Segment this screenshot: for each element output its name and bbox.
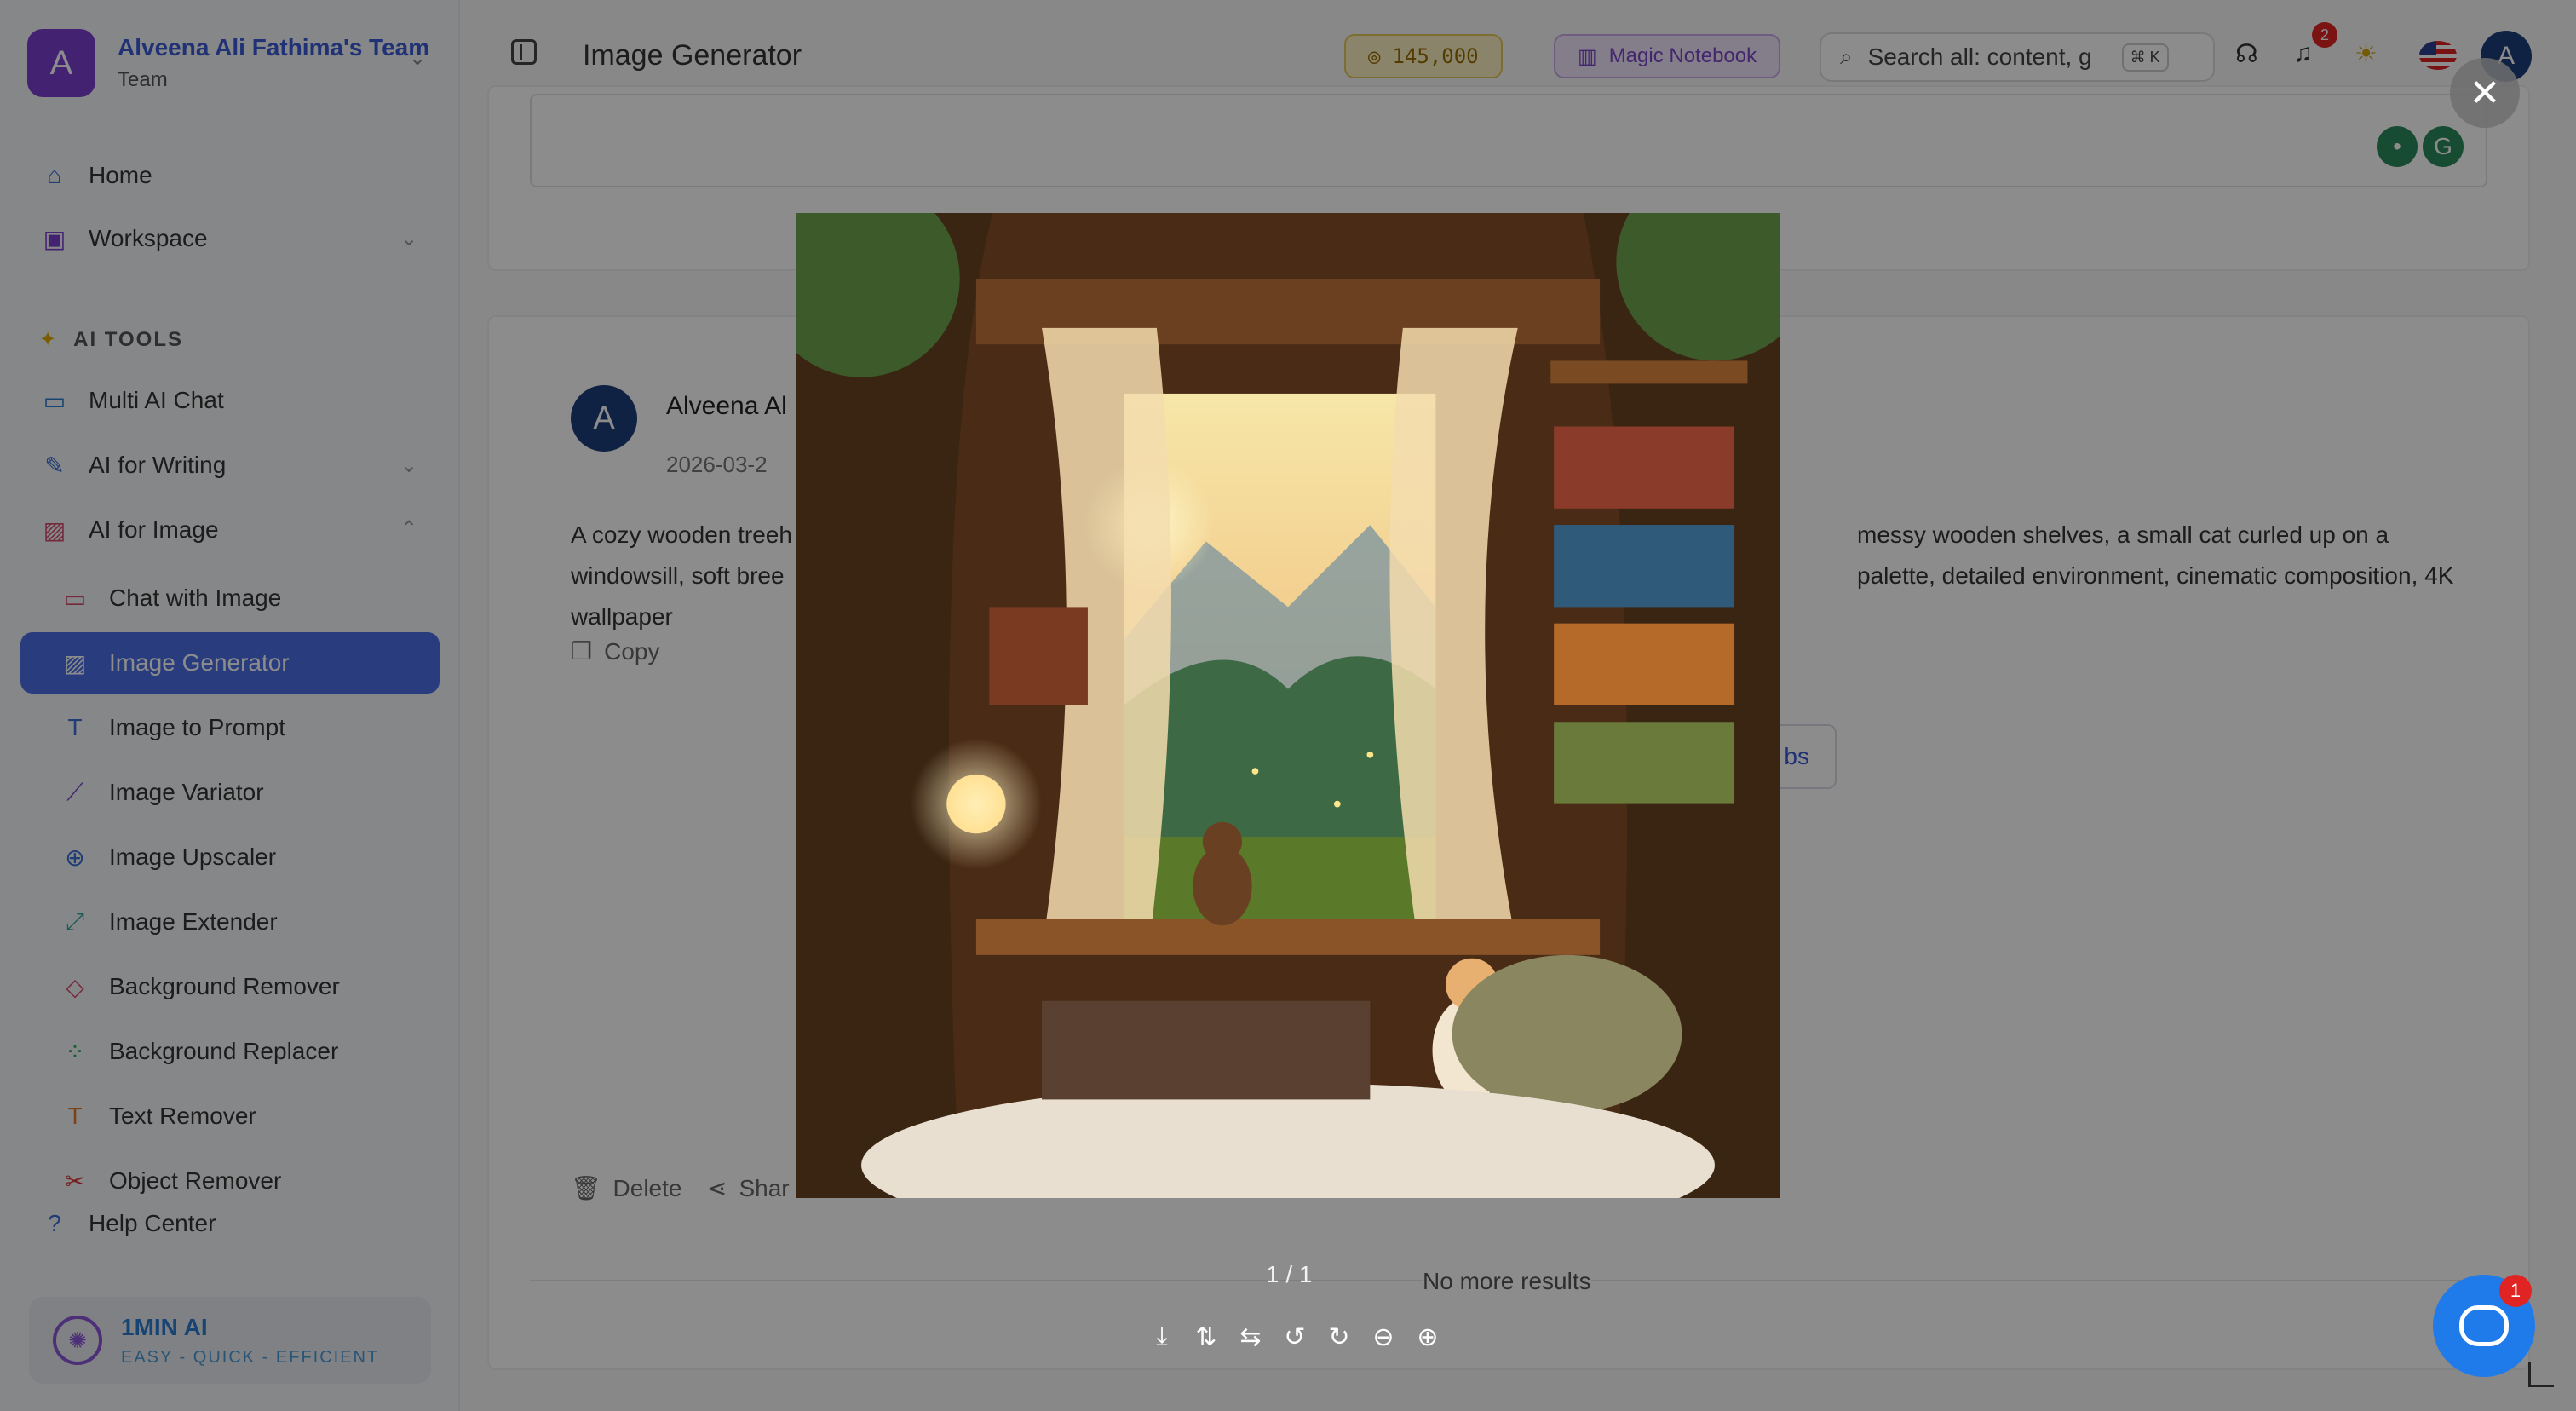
zoom-in-icon[interactable]: ⊕ xyxy=(1406,1322,1450,1356)
flip-horizontal-icon[interactable]: ⇆ xyxy=(1228,1322,1273,1356)
chat-unread-badge: 1 xyxy=(2499,1275,2532,1307)
close-icon: ✕ xyxy=(2469,72,2501,114)
flip-vertical-icon[interactable]: ⇅ xyxy=(1184,1322,1228,1356)
close-viewer-button[interactable]: ✕ xyxy=(2450,58,2520,128)
rotate-left-icon[interactable]: ↺ xyxy=(1273,1322,1317,1356)
download-icon[interactable]: ⤓ xyxy=(1140,1322,1184,1356)
generated-image[interactable] xyxy=(796,213,1780,1198)
viewer-toolbar: ⤓ ⇅ ⇆ ↺ ↻ ⊖ ⊕ xyxy=(1140,1322,1450,1356)
resize-corner-icon[interactable] xyxy=(2528,1362,2554,1387)
app-root: A Alveena Ali Fathima's Team Team ⌄ ⌂ Ho… xyxy=(0,0,2576,1411)
zoom-out-icon[interactable]: ⊖ xyxy=(1361,1322,1406,1356)
rotate-right-icon[interactable]: ↻ xyxy=(1317,1322,1361,1356)
image-counter: 1 / 1 xyxy=(1266,1261,1313,1287)
cozy-treehouse-illustration xyxy=(796,213,1780,1198)
chat-bubble-icon xyxy=(2459,1305,2509,1346)
